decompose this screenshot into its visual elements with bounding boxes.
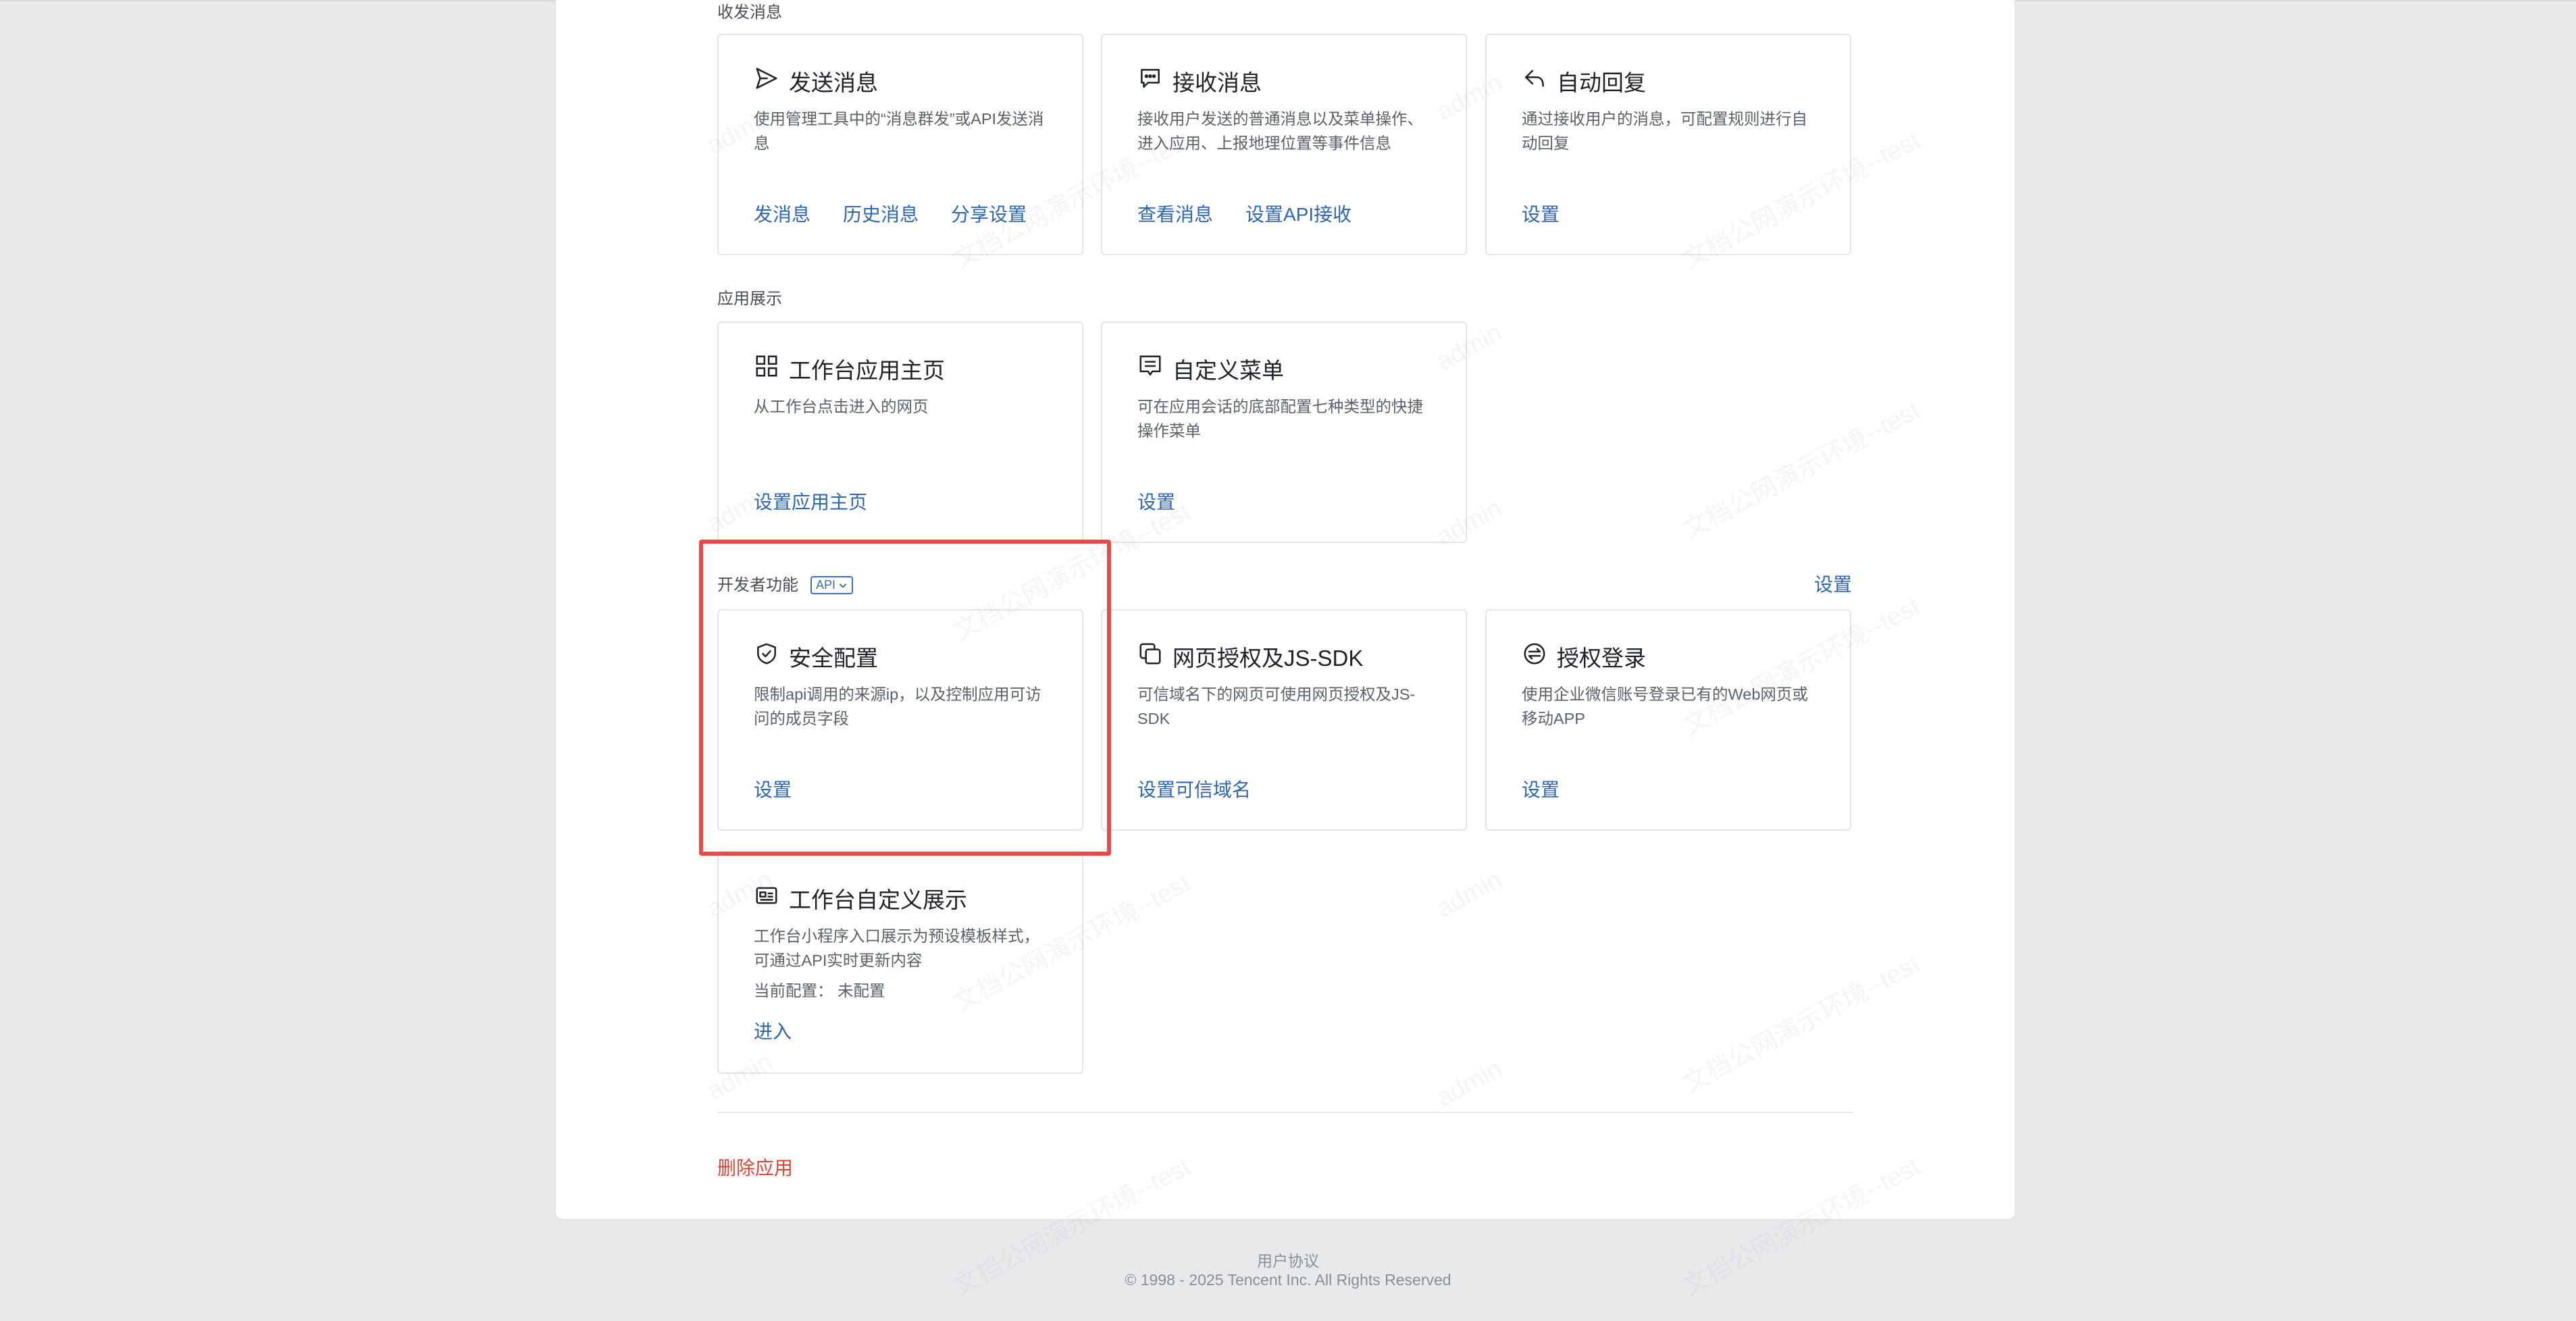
card-description: 限制api调用的来源ip，以及控制应用可访问的成员字段 xyxy=(754,685,1041,727)
current-config-value: 未配置 xyxy=(838,982,885,1000)
card-workbench-custom-display: 工作台自定义展示 工作台小程序入口展示为预设模板样式，可通过API实时更新内容 … xyxy=(717,851,1083,1074)
user-agreement-link[interactable]: 用户协议 xyxy=(0,1248,2576,1271)
section-label-messaging: 收发消息 xyxy=(717,3,782,22)
divider xyxy=(717,1112,1853,1113)
set-homepage-link[interactable]: 设置应用主页 xyxy=(754,488,867,515)
card-custom-menu: 自定义菜单 可在应用会话的底部配置七种类型的快捷操作菜单 设置 xyxy=(1101,321,1467,543)
card-description: 可在应用会话的底部配置七种类型的快捷操作菜单 xyxy=(1137,398,1423,440)
grid-icon xyxy=(754,353,779,384)
auto-reply-settings-link[interactable]: 设置 xyxy=(1522,200,1560,227)
card-description: 使用管理工具中的“消息群发”或API发送消息 xyxy=(754,110,1044,152)
section-label-developer: 开发者功能 API xyxy=(717,571,854,595)
send-message-link[interactable]: 发消息 xyxy=(754,200,810,227)
message-history-link[interactable]: 历史消息 xyxy=(843,200,919,227)
card-web-oauth-jssdk: 网页授权及JS-SDK 可信域名下的网页可使用网页授权及JS-SDK 设置可信域… xyxy=(1101,609,1467,831)
card-description: 可信域名下的网页可使用网页授权及JS-SDK xyxy=(1137,685,1416,727)
api-badge[interactable]: API xyxy=(810,576,854,594)
card-title: 接收消息 xyxy=(1137,65,1262,97)
card-title: 发送消息 xyxy=(754,65,878,97)
copy-windows-icon xyxy=(1137,641,1163,672)
card-auto-reply: 自动回复 通过接收用户的消息，可配置规则进行自动回复 设置 xyxy=(1485,34,1851,255)
trusted-domain-settings-link[interactable]: 设置可信域名 xyxy=(1137,775,1251,802)
menu-icon xyxy=(1137,353,1163,384)
card-description: 接收用户发送的普通消息以及菜单操作、进入应用、上报地理位置等事件信息 xyxy=(1137,110,1423,152)
card-authorized-login: 授权登录 使用企业微信账号登录已有的Web网页或移动APP 设置 xyxy=(1485,609,1851,831)
card-description: 使用企业微信账号登录已有的Web网页或移动APP xyxy=(1522,685,1808,727)
card-title: 工作台自定义展示 xyxy=(754,882,967,914)
send-icon xyxy=(754,66,779,97)
copyright-text: © 1998 - 2025 Tencent Inc. All Rights Re… xyxy=(1125,1271,1451,1289)
card-workbench-homepage: 工作台应用主页 从工作台点击进入的网页 设置应用主页 xyxy=(717,321,1083,543)
id-card-icon xyxy=(754,883,779,914)
api-receive-settings-link[interactable]: 设置API接收 xyxy=(1245,200,1351,227)
card-receive-message: 接收消息 接收用户发送的普通消息以及菜单操作、进入应用、上报地理位置等事件信息 … xyxy=(1101,34,1467,255)
card-description: 从工作台点击进入的网页 xyxy=(754,398,929,415)
card-description: 通过接收用户的消息，可配置规则进行自动回复 xyxy=(1522,110,1807,152)
chevron-down-icon xyxy=(839,583,847,588)
card-title: 网页授权及JS-SDK xyxy=(1137,640,1363,673)
chat-bubble-icon xyxy=(1137,66,1163,97)
delete-app-button[interactable]: 删除应用 xyxy=(717,1154,793,1181)
card-title: 安全配置 xyxy=(754,640,878,673)
card-send-message: 发送消息 使用管理工具中的“消息群发”或API发送消息 发消息 历史消息 分享设… xyxy=(717,34,1083,255)
exchange-circle-icon xyxy=(1522,641,1547,672)
enter-link[interactable]: 进入 xyxy=(754,1017,792,1044)
view-messages-link[interactable]: 查看消息 xyxy=(1137,200,1213,227)
card-description: 工作台小程序入口展示为预设模板样式，可通过API实时更新内容 xyxy=(754,927,1039,969)
card-title: 自动回复 xyxy=(1522,65,1646,97)
section-label-display: 应用展示 xyxy=(717,290,782,308)
reply-icon xyxy=(1522,66,1547,97)
share-settings-link[interactable]: 分享设置 xyxy=(951,200,1027,227)
card-security-config: 安全配置 限制api调用的来源ip，以及控制应用可访问的成员字段 设置 xyxy=(717,609,1083,831)
current-config: 当前配置： 未配置 xyxy=(754,982,885,1000)
security-settings-link[interactable]: 设置 xyxy=(754,775,792,802)
shield-icon xyxy=(754,641,779,672)
card-title: 自定义菜单 xyxy=(1137,353,1284,385)
authorized-login-settings-link[interactable]: 设置 xyxy=(1522,775,1560,802)
custom-menu-settings-link[interactable]: 设置 xyxy=(1137,488,1175,515)
developer-settings-link[interactable]: 设置 xyxy=(1814,570,1852,597)
card-title: 工作台应用主页 xyxy=(754,353,945,385)
card-title: 授权登录 xyxy=(1522,640,1646,673)
